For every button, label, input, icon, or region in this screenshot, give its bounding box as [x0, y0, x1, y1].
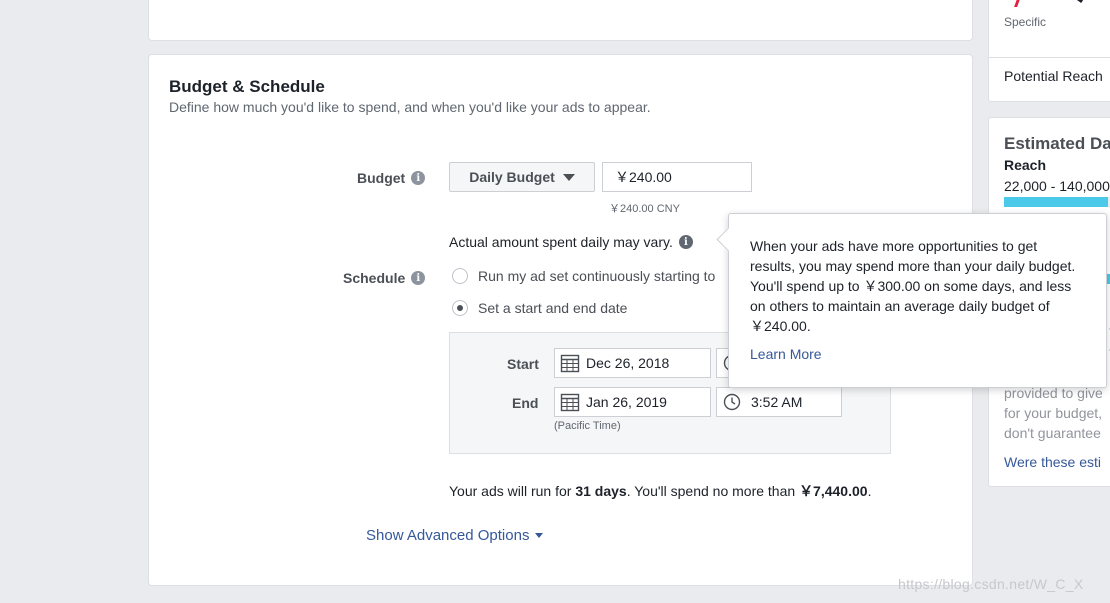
radio-button[interactable] [452, 268, 468, 284]
advanced-link-label: Show Advanced Options [366, 527, 530, 544]
estimated-title: Estimated Da [1004, 134, 1110, 153]
section-title: Budget & Schedule [169, 77, 325, 96]
radio-start-end[interactable]: Set a start and end date [452, 300, 627, 316]
schedule-label: Schedule [343, 270, 406, 286]
start-label: Start [507, 356, 539, 372]
tooltip-body: When your ads have more opportunities to… [750, 238, 1076, 334]
radio-continuous-label: Run my ad set continuously starting to [478, 268, 716, 284]
potential-reach-label: Potential Reach [1004, 68, 1103, 84]
gauge-check-mark [1074, 0, 1084, 3]
summary-mid: . You'll spend no more than [626, 483, 796, 499]
schedule-row-label: Schedule i [343, 270, 426, 286]
summary-days: 31 days [575, 483, 627, 499]
divider [989, 57, 1110, 58]
radio-button-checked[interactable] [452, 300, 468, 316]
estimate-feedback-link[interactable]: Were these esti [1004, 454, 1101, 470]
start-date-value: Dec 26, 2018 [586, 355, 670, 371]
budget-tooltip: When your ads have more opportunities to… [728, 213, 1107, 388]
learn-more-link[interactable]: Learn More [750, 346, 1086, 362]
calendar-icon [560, 354, 580, 373]
reach-bar-fill [1004, 197, 1108, 207]
schedule-info-icon[interactable]: i [411, 271, 426, 285]
timezone-note: (Pacific Time) [554, 420, 621, 432]
gauge-needle-mark [1014, 0, 1023, 7]
summary-amount: ￥7,440.00 [799, 483, 868, 499]
end-label: End [512, 395, 539, 411]
caret-down-icon [535, 533, 544, 538]
specific-label: Specific [1004, 15, 1047, 29]
reach-label: Reach [1004, 157, 1047, 173]
clock-icon [723, 393, 741, 411]
calendar-icon [560, 393, 580, 412]
section-subtitle: Define how much you'd like to spend, and… [169, 99, 651, 115]
run-summary: Your ads will run for 31 days. You'll sp… [449, 481, 871, 501]
radio-start-end-label: Set a start and end date [478, 300, 628, 316]
start-date-input[interactable]: Dec 26, 2018 [554, 348, 711, 378]
vary-info-icon[interactable]: i [678, 235, 693, 249]
budget-type-label: Daily Budget [469, 169, 555, 185]
summary-prefix: Your ads will run for [449, 483, 572, 499]
budget-row-label: Budget i [357, 170, 426, 186]
caret-down-icon [562, 173, 575, 181]
budget-label: Budget [357, 170, 406, 186]
disclaimer-line: for your budget, [1004, 405, 1103, 421]
vary-note: Actual amount spent daily may vary. i [449, 234, 693, 250]
watermark: https://blog.csdn.net/W_C_X [898, 576, 1084, 592]
budget-amount-input[interactable]: ￥240.00 [602, 162, 752, 192]
summary-suffix: . [867, 483, 872, 499]
end-date-value: Jan 26, 2019 [586, 394, 667, 410]
end-time-value: 3:52 AM [751, 394, 803, 410]
vary-note-text: Actual amount spent daily may vary. [449, 234, 673, 250]
budget-type-dropdown[interactable]: Daily Budget [449, 162, 595, 192]
previous-section-card [148, 0, 973, 41]
end-date-input[interactable]: Jan 26, 2019 [554, 387, 711, 417]
audience-definition-card: Specific Potential Reach [988, 0, 1110, 102]
radio-continuous[interactable]: Run my ad set continuously starting to [452, 268, 715, 284]
budget-info-icon[interactable]: i [411, 171, 426, 185]
budget-currency-note: ￥240.00 CNY [609, 203, 680, 215]
end-time-input[interactable]: 3:52 AM [716, 387, 842, 417]
disclaimer-line: don't guarantee [1004, 425, 1101, 441]
show-advanced-options-link[interactable]: Show Advanced Options [366, 527, 544, 544]
reach-range: 22,000 - 140,000 [1004, 178, 1110, 194]
